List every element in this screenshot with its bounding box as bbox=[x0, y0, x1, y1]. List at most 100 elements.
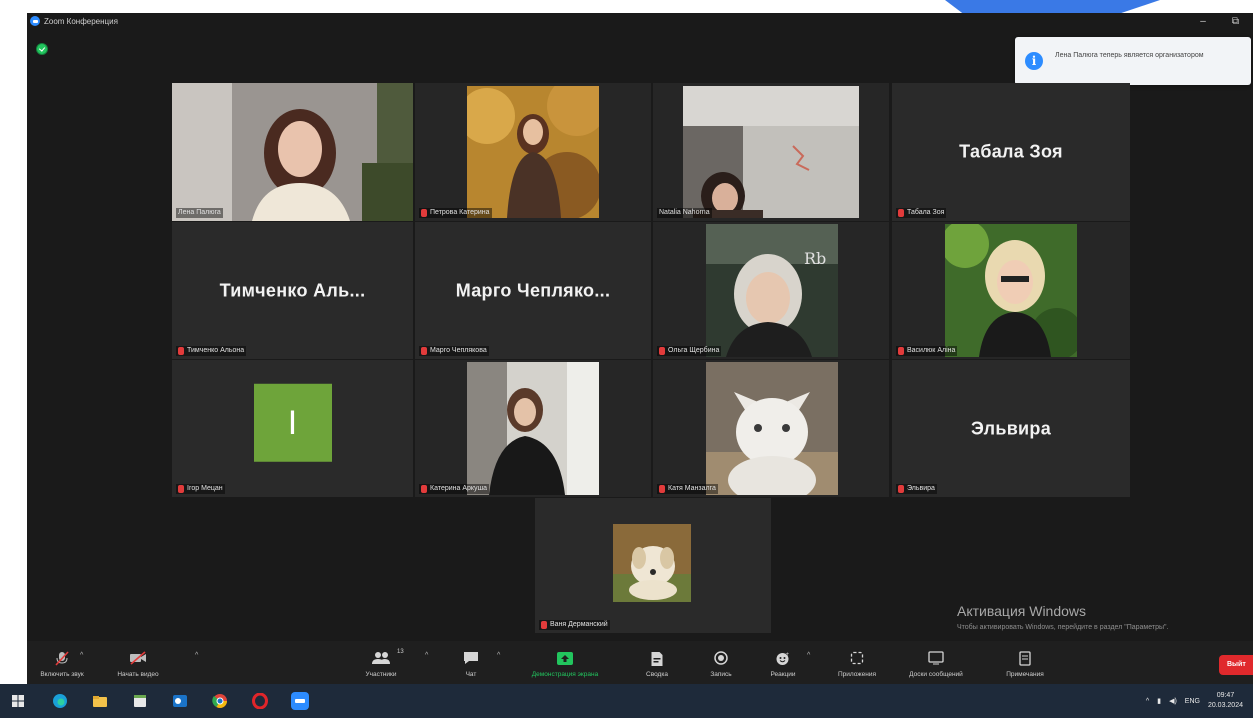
participant-name-label: Марго Чеплякова bbox=[419, 346, 489, 356]
participant-video bbox=[706, 362, 838, 495]
zoom-logo-icon bbox=[30, 16, 40, 26]
participant-name-label: Лена Палюга bbox=[176, 208, 223, 218]
chat-button[interactable]: ^ Чат bbox=[451, 641, 500, 684]
participant-video bbox=[467, 362, 599, 495]
mic-muted-icon bbox=[659, 347, 665, 355]
mic-muted-icon bbox=[898, 347, 904, 355]
participant-tile[interactable]: Петрова Катерина bbox=[415, 83, 651, 221]
share-screen-button[interactable]: Демонстрация экрана bbox=[509, 641, 621, 684]
participant-name-label: Петрова Катерина bbox=[419, 208, 492, 218]
outlook-icon[interactable] bbox=[172, 693, 188, 709]
mic-muted-icon bbox=[659, 485, 665, 493]
corner-decoration bbox=[945, 0, 1160, 13]
network-icon[interactable]: ▮ bbox=[1157, 697, 1161, 705]
mic-muted-icon bbox=[178, 485, 184, 493]
summary-icon bbox=[651, 652, 663, 666]
file-explorer-icon[interactable] bbox=[92, 693, 108, 709]
participant-tile[interactable]: Катерина Аркуша bbox=[415, 360, 651, 497]
chevron-up-icon[interactable]: ^ bbox=[1146, 698, 1149, 705]
calendar-icon[interactable] bbox=[132, 693, 148, 709]
language-indicator[interactable]: ENG bbox=[1185, 698, 1200, 705]
participant-video bbox=[613, 524, 691, 602]
zoom-window: Zoom Конференция – ⧉ i Лена Палюга тепер… bbox=[27, 13, 1253, 684]
mic-muted-icon bbox=[421, 209, 427, 217]
chevron-up-icon[interactable]: ^ bbox=[425, 652, 428, 659]
clock-time: 09:47 bbox=[1216, 692, 1235, 699]
mic-muted-icon bbox=[898, 209, 904, 217]
notes-button[interactable]: Примечания bbox=[997, 641, 1053, 684]
window-title: Zoom Конференция bbox=[44, 16, 118, 26]
chrome-icon[interactable] bbox=[212, 693, 228, 709]
info-icon: i bbox=[1025, 52, 1043, 70]
participant-name-label: Тимченко Альона bbox=[176, 346, 247, 356]
chat-icon bbox=[464, 652, 478, 664]
participant-tile[interactable]: Rb Ольга Щербина bbox=[653, 222, 889, 359]
participant-tile[interactable]: Лена Палюга bbox=[172, 83, 413, 221]
maximize-button[interactable]: ⧉ bbox=[1232, 16, 1239, 27]
chevron-up-icon[interactable]: ^ bbox=[80, 652, 83, 659]
video-off-icon bbox=[130, 651, 146, 665]
edge-icon[interactable] bbox=[52, 693, 68, 709]
opera-icon[interactable] bbox=[252, 693, 268, 709]
clock-date: 20.03.2024 bbox=[1207, 702, 1243, 709]
participant-video bbox=[683, 86, 859, 218]
svg-text:+: + bbox=[786, 652, 790, 658]
mic-muted-icon bbox=[898, 485, 904, 493]
zoom-taskbar-icon[interactable] bbox=[290, 691, 310, 711]
toast-text: Лена Палюга теперь является организаторо… bbox=[1055, 52, 1204, 59]
notes-icon bbox=[1019, 651, 1031, 666]
system-tray: ^ ▮ ◀) ENG 09:47 20.03.2024 bbox=[1146, 684, 1243, 718]
participant-name-label: Ваня Дерманский bbox=[539, 620, 610, 630]
share-screen-icon bbox=[557, 652, 573, 665]
participant-video bbox=[172, 83, 413, 221]
participant-tile[interactable]: Марго Чепляко... Марго Чеплякова bbox=[415, 222, 651, 359]
participant-display-name: Марго Чепляко... bbox=[455, 280, 611, 300]
meeting-toolbar: ^ Включить звук ^ Начать видео 13 ^ Учас… bbox=[27, 641, 1253, 684]
participant-tile[interactable]: Катя Манзалга bbox=[653, 360, 889, 497]
chevron-up-icon[interactable]: ^ bbox=[807, 652, 810, 659]
volume-icon[interactable]: ◀) bbox=[1169, 697, 1177, 705]
windows-activation-watermark: Активация Windows Чтобы активировать Win… bbox=[957, 603, 1232, 633]
participant-name-label: Эльвира bbox=[896, 484, 937, 494]
mic-muted-icon bbox=[421, 347, 427, 355]
participants-button[interactable]: 13 ^ Участники bbox=[353, 641, 428, 684]
reactions-button[interactable]: + ^ Реакции bbox=[763, 641, 810, 684]
participant-tile[interactable]: Natalia Nahorna bbox=[653, 83, 889, 221]
unmute-button[interactable]: ^ Включить звук bbox=[33, 641, 91, 684]
participant-name-label: Табала Зоя bbox=[896, 208, 947, 218]
mic-muted-icon bbox=[421, 485, 427, 493]
participant-tile[interactable]: Эльвира Эльвира bbox=[892, 360, 1130, 497]
participant-display-name: Табала Зоя bbox=[959, 141, 1063, 162]
participant-tile[interactable]: Ваня Дерманский bbox=[535, 498, 771, 633]
participant-video bbox=[945, 224, 1077, 357]
participant-tile[interactable]: I Ігор Мецан bbox=[172, 360, 413, 497]
chevron-up-icon[interactable]: ^ bbox=[497, 652, 500, 659]
whiteboards-button[interactable]: Доски сообщений bbox=[899, 641, 973, 684]
minimize-button[interactable]: – bbox=[1200, 16, 1206, 27]
participants-count: 13 bbox=[397, 649, 404, 655]
clock[interactable]: 09:47 20.03.2024 bbox=[1208, 691, 1243, 711]
participant-avatar: I bbox=[253, 383, 332, 462]
apps-button[interactable]: Приложения bbox=[825, 641, 889, 684]
participant-name-label: Ігор Мецан bbox=[176, 484, 225, 494]
participant-tile[interactable]: Табала Зоя Табала Зоя bbox=[892, 83, 1130, 221]
participant-name-label: Катерина Аркуша bbox=[419, 484, 490, 494]
chevron-up-icon[interactable]: ^ bbox=[195, 652, 198, 659]
title-bar: Zoom Конференция – ⧉ bbox=[27, 13, 1253, 29]
apps-icon bbox=[850, 651, 864, 665]
participant-name-label: Василюк Аліна bbox=[896, 346, 958, 356]
mic-muted-icon bbox=[178, 347, 184, 355]
participant-name-label: Катя Манзалга bbox=[657, 484, 718, 494]
leave-meeting-button[interactable]: Выйт bbox=[1219, 655, 1253, 675]
participant-name-label: Natalia Nahorna bbox=[657, 208, 712, 218]
security-shield-icon[interactable] bbox=[36, 43, 48, 55]
participant-display-name: Тимченко Аль... bbox=[219, 280, 366, 300]
record-button[interactable]: Запись bbox=[701, 641, 741, 684]
participant-tile[interactable]: Тимченко Аль... Тимченко Альона bbox=[172, 222, 413, 359]
whiteboard-icon bbox=[928, 651, 944, 665]
summary-button[interactable]: Сводка bbox=[637, 641, 677, 684]
notification-toast[interactable]: i Лена Палюга теперь является организато… bbox=[1015, 37, 1251, 85]
start-video-button[interactable]: ^ Начать видео bbox=[109, 641, 198, 684]
participant-tile[interactable]: Василюк Аліна bbox=[892, 222, 1130, 359]
windows-start-icon[interactable] bbox=[10, 693, 26, 709]
